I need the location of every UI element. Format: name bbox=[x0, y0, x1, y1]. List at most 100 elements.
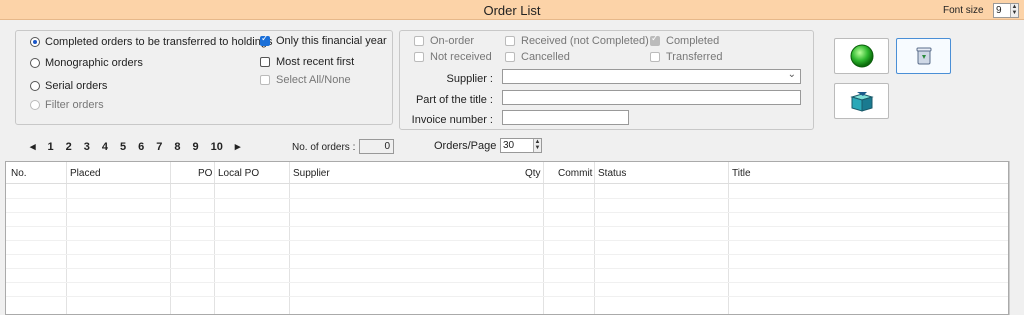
chevron-down-icon: ⌄ bbox=[787, 69, 796, 80]
page-link-8[interactable]: 8 bbox=[174, 141, 180, 153]
radio-completed-to-holdings[interactable]: Completed orders to be transferred to ho… bbox=[30, 36, 272, 48]
checkbox-icon bbox=[260, 57, 270, 67]
check-label: On-order bbox=[430, 35, 475, 47]
column-header-po[interactable]: PO bbox=[198, 168, 212, 179]
radio-dot-icon bbox=[30, 100, 40, 110]
check-transferred[interactable]: Transferred bbox=[650, 51, 722, 63]
check-on-order[interactable]: On-order bbox=[414, 35, 474, 47]
page-link-6[interactable]: 6 bbox=[138, 141, 144, 153]
radio-monographic-orders[interactable]: Monographic orders bbox=[30, 57, 143, 69]
col-divider bbox=[728, 162, 729, 314]
column-header-placed[interactable]: Placed bbox=[70, 168, 101, 179]
page-link-9[interactable]: 9 bbox=[193, 141, 199, 153]
page-link-10[interactable]: 10 bbox=[211, 141, 223, 153]
page-link-1[interactable]: 1 bbox=[48, 141, 54, 153]
column-header-status[interactable]: Status bbox=[598, 168, 626, 179]
orders-per-page-value: 30 bbox=[503, 140, 515, 151]
green-circle-icon bbox=[850, 44, 873, 68]
table-row bbox=[6, 240, 1008, 241]
table-row bbox=[6, 254, 1008, 255]
transfer-button[interactable] bbox=[834, 83, 889, 119]
font-size-value: 9 bbox=[996, 5, 1002, 16]
radio-dot-icon bbox=[30, 37, 40, 47]
checkbox-icon bbox=[260, 34, 270, 46]
recycle-bin-icon bbox=[916, 47, 931, 65]
page-link-4[interactable]: 4 bbox=[102, 141, 108, 153]
next-page-icon[interactable]: ▸ bbox=[235, 140, 241, 153]
title-bar: Order List Font size 9 ▲ ▼ bbox=[0, 0, 1024, 20]
supplier-label: Supplier : bbox=[446, 73, 493, 85]
check-label: Only this financial year bbox=[276, 35, 387, 47]
check-label: Completed bbox=[666, 35, 720, 47]
col-divider bbox=[66, 162, 67, 314]
col-divider bbox=[170, 162, 171, 314]
page-link-3[interactable]: 3 bbox=[84, 141, 90, 153]
check-received-not-completed[interactable]: Received (not Completed) bbox=[505, 35, 649, 47]
check-label: Not received bbox=[430, 51, 492, 63]
check-cancelled[interactable]: Cancelled bbox=[505, 51, 570, 63]
invoice-number-label: Invoice number : bbox=[411, 114, 493, 126]
radio-dot-icon bbox=[30, 81, 40, 91]
radio-serial-orders[interactable]: Serial orders bbox=[30, 80, 107, 92]
col-divider bbox=[214, 162, 215, 314]
page-link-7[interactable]: 7 bbox=[156, 141, 162, 153]
checkbox-icon bbox=[650, 52, 660, 62]
check-only-this-financial-year[interactable]: Only this financial year bbox=[260, 34, 387, 47]
box-transfer-icon bbox=[849, 92, 874, 112]
filter-group: On-order Not received Received (not Comp… bbox=[399, 30, 814, 130]
orders-table[interactable]: No. Placed PO Local PO Supplier Qty Comm… bbox=[5, 161, 1009, 315]
radio-label: Filter orders bbox=[45, 99, 104, 111]
page-link-5[interactable]: 5 bbox=[120, 141, 126, 153]
orders-per-page-spin-icon[interactable]: ▲ ▼ bbox=[533, 139, 541, 152]
table-row bbox=[6, 226, 1008, 227]
title-part-label: Part of the title : bbox=[415, 94, 493, 106]
checkbox-icon bbox=[650, 34, 660, 46]
window-title: Order List bbox=[483, 3, 541, 18]
column-header-commit[interactable]: Commit bbox=[558, 168, 592, 179]
invoice-number-input[interactable] bbox=[502, 110, 629, 125]
go-button[interactable] bbox=[834, 38, 889, 74]
col-divider bbox=[289, 162, 290, 314]
check-label: Most recent first bbox=[276, 56, 355, 68]
table-row bbox=[6, 198, 1008, 199]
clear-button[interactable] bbox=[896, 38, 951, 74]
radio-dot-icon bbox=[30, 58, 40, 68]
column-header-qty[interactable]: Qty bbox=[525, 168, 541, 179]
check-label: Select All/None bbox=[276, 74, 351, 86]
radio-label: Completed orders to be transferred to ho… bbox=[45, 36, 273, 48]
table-row bbox=[6, 296, 1008, 297]
orders-per-page-label: Orders/Page : bbox=[434, 140, 503, 152]
column-header-no[interactable]: No. bbox=[11, 168, 27, 179]
orders-per-page-stepper[interactable]: 30 ▲ ▼ bbox=[500, 138, 542, 153]
font-size-spin-icon[interactable]: ▲ ▼ bbox=[1010, 4, 1018, 17]
table-row bbox=[6, 268, 1008, 269]
check-select-all-none[interactable]: Select All/None bbox=[260, 74, 351, 86]
col-divider bbox=[543, 162, 544, 314]
checkbox-icon bbox=[260, 75, 270, 85]
page-link-2[interactable]: 2 bbox=[66, 141, 72, 153]
check-label: Cancelled bbox=[521, 51, 570, 63]
vertical-scrollbar[interactable] bbox=[1009, 161, 1024, 315]
table-row bbox=[6, 212, 1008, 213]
prev-page-icon[interactable]: ◂ bbox=[30, 140, 36, 153]
checkbox-icon bbox=[414, 36, 424, 46]
radio-filter-orders[interactable]: Filter orders bbox=[30, 99, 104, 111]
column-header-local-po[interactable]: Local PO bbox=[218, 168, 259, 179]
page-navigator: ◂ 1 2 3 4 5 6 7 8 9 10 ▸ bbox=[30, 140, 252, 154]
column-header-supplier[interactable]: Supplier bbox=[293, 168, 330, 179]
title-part-input[interactable] bbox=[502, 90, 801, 105]
check-label: Transferred bbox=[666, 51, 723, 63]
font-size-stepper[interactable]: 9 ▲ ▼ bbox=[993, 3, 1019, 18]
table-row bbox=[6, 282, 1008, 283]
supplier-dropdown[interactable]: ⌄ bbox=[502, 69, 801, 84]
check-label: Received (not Completed) bbox=[521, 35, 649, 47]
check-completed[interactable]: Completed bbox=[650, 34, 720, 47]
checkbox-icon bbox=[505, 36, 515, 46]
check-not-received[interactable]: Not received bbox=[414, 51, 492, 63]
table-header: No. Placed PO Local PO Supplier Qty Comm… bbox=[6, 162, 1008, 184]
column-header-title[interactable]: Title bbox=[732, 168, 751, 179]
checkbox-icon bbox=[414, 52, 424, 62]
order-type-group: Completed orders to be transferred to ho… bbox=[15, 30, 393, 125]
radio-label: Monographic orders bbox=[45, 57, 143, 69]
check-most-recent-first[interactable]: Most recent first bbox=[260, 56, 354, 68]
